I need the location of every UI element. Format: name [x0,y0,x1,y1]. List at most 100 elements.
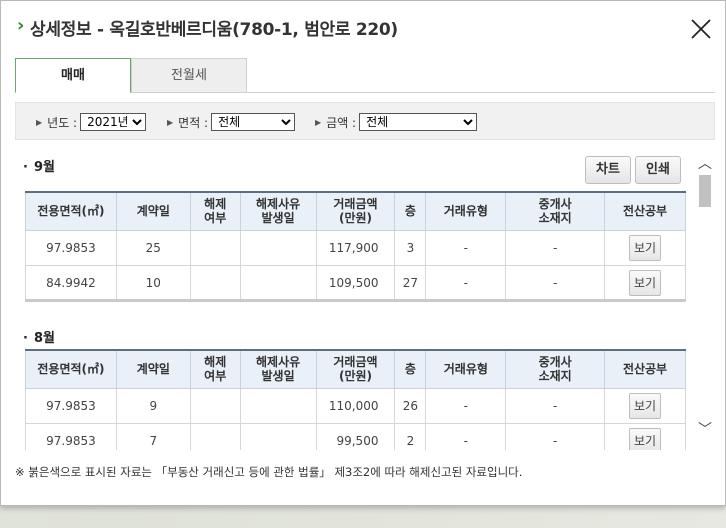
col-day: 계약일 [115,349,191,389]
transaction-table: 전용면적(㎡) 계약일 해제 여부 해제사유 발생일 거래금액 (만원) 층 거래유형… [25,191,686,301]
view-button[interactable]: 보기 [629,392,662,419]
col-floor: 층 [394,191,427,231]
view-button[interactable]: 보기 [629,427,662,450]
col-cancel: 해제 여부 [189,349,241,389]
vertical-scrollbar[interactable]: ︿ ﹀ [697,153,713,443]
cell-price: 117,900 [315,229,396,266]
table-row: 97.9853 25 117,900 3 - - 보기 [25,229,686,266]
cell-floor: 3 [394,229,427,266]
close-button[interactable] [689,17,713,41]
title-bar: › 상세정보 - 옥길호반베르디움(780-1, 범안로 220) [1,1,725,49]
chevron-up-icon: ︿ [698,156,712,172]
col-price: 거래금액 (만원) [315,349,396,389]
cell-day: 7 [115,422,191,450]
tab-bar: 매매 전월세 [15,58,715,93]
transaction-table: 전용면적(㎡) 계약일 해제 여부 해제사유 발생일 거래금액 (만원) 층 거래유형… [25,349,686,450]
tab-sale[interactable]: 매매 [15,58,131,93]
transaction-list: · 9월 차트 인쇄 전용면적(㎡) 계약일 해제 여부 해제사유 발생일 거래금액(… [15,144,697,450]
section-title: · 8월 [23,331,55,346]
cell-cancel [189,422,241,450]
cell-broker: - [505,264,606,301]
amount-filter-label: 금액 : [326,115,357,130]
bullet-triangle-icon: ▶ [36,117,43,127]
cell-cancel-date [239,387,317,424]
scroll-up-button[interactable]: ︿ [697,153,713,172]
cell-cancel [189,229,241,266]
col-area: 전용면적(㎡) [25,191,117,231]
col-price: 거래금액 (만원) [315,191,396,231]
cell-day: 25 [115,229,191,266]
cell-broker: - [505,229,606,266]
cell-cancel-date [239,264,317,301]
cell-cancel [189,264,241,301]
year-filter-label: 년도 : [47,115,78,130]
col-cancel-date: 해제사유 발생일 [239,191,317,231]
bullet-triangle-icon: ▶ [167,117,174,127]
chart-button[interactable]: 차트 [585,156,631,184]
cell-type: - [425,229,507,266]
col-area: 전용면적(㎡) [25,349,117,389]
cell-area: 97.9853 [25,422,117,450]
table-header-row: 전용면적(㎡) 계약일 해제 여부 해제사유 발생일 거래금액 (만원) 층 거래유형… [25,349,686,389]
area-filter: ▶ 면적 : 전체 [167,113,296,131]
cell-type: - [425,264,507,301]
cell-registry: 보기 [604,387,686,424]
table-row: 97.9853 9 110,000 26 - - 보기 [25,387,686,424]
cell-type: - [425,422,507,450]
table-row: 97.9853 7 99,500 2 - - 보기 [25,422,686,450]
tab-rent[interactable]: 전월세 [131,58,247,93]
view-button[interactable]: 보기 [629,234,662,261]
col-broker: 중개사 소재지 [505,349,606,389]
col-cancel-date: 해제사유 발생일 [239,349,317,389]
print-button[interactable]: 인쇄 [635,156,681,184]
cell-cancel [189,387,241,424]
col-registry: 전산공부 [604,191,686,231]
year-select[interactable]: 2021년 [80,113,147,131]
scroll-down-button[interactable]: ﹀ [697,419,713,438]
col-day: 계약일 [115,191,191,231]
cell-day: 9 [115,387,191,424]
area-select[interactable]: 전체 [211,113,296,131]
filter-bar: ▶ 년도 : 2021년 ▶ 면적 : 전체 ▶ 금액 : 전체 [15,102,715,140]
cell-cancel-date [239,229,317,266]
cell-price: 99,500 [315,422,396,450]
amount-select[interactable]: 전체 [359,113,478,131]
bullet-triangle-icon: ▶ [315,117,322,127]
view-button[interactable]: 보기 [629,269,662,296]
col-type: 거래유형 [425,349,507,389]
cell-cancel-date [239,422,317,450]
col-type: 거래유형 [425,191,507,231]
cell-floor: 27 [394,264,427,301]
footnote: ※ 붉은색으로 표시된 자료는 「부동산 거래신고 등에 관한 법률」 제3조2… [15,465,523,479]
col-broker: 중개사 소재지 [505,191,606,231]
chevron-down-icon: ﹀ [698,422,712,438]
table-row: 84.9942 10 109,500 27 - - 보기 [25,264,686,301]
cell-broker: - [505,387,606,424]
cell-area: 84.9942 [25,264,117,301]
title-mark-icon: › [17,15,25,36]
amount-filter: ▶ 금액 : 전체 [315,113,478,131]
cell-type: - [425,387,507,424]
cell-area: 97.9853 [25,229,117,266]
cell-area: 97.9853 [25,387,117,424]
year-filter: ▶ 년도 : 2021년 [36,113,147,131]
scroll-thumb[interactable] [699,175,711,207]
area-filter-label: 면적 : [178,115,209,130]
cell-price: 109,500 [315,264,396,301]
cell-broker: - [505,422,606,450]
col-floor: 층 [394,349,427,389]
cell-floor: 2 [394,422,427,450]
table-header-row: 전용면적(㎡) 계약일 해제 여부 해제사유 발생일 거래금액 (만원) 층 거래유형… [25,191,686,231]
col-cancel: 해제 여부 [189,191,241,231]
table-bottom-border [25,299,686,302]
col-registry: 전산공부 [604,349,686,389]
cell-registry: 보기 [604,264,686,301]
cell-floor: 26 [394,387,427,424]
detail-dialog: › 상세정보 - 옥길호반베르디움(780-1, 범안로 220) 매매 전월세… [0,0,726,506]
dialog-title: 상세정보 - 옥길호반베르디움(780-1, 범안로 220) [30,20,398,40]
cell-price: 110,000 [315,387,396,424]
close-icon [691,19,711,39]
cell-day: 10 [115,264,191,301]
section-title: · 9월 [23,160,55,175]
cell-registry: 보기 [604,229,686,266]
